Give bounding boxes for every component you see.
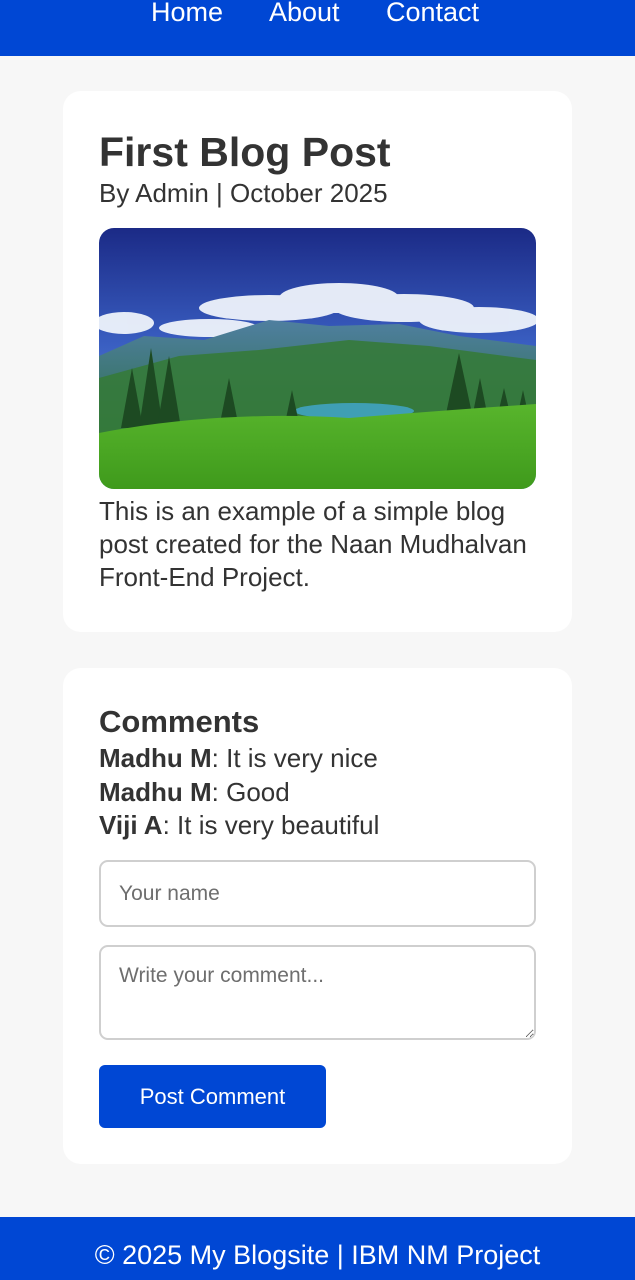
comment-separator: : (211, 743, 219, 773)
comment-list: Madhu M: It is very nice Madhu M: Good V… (99, 742, 379, 843)
comments-section: Comments Madhu M: It is very nice Madhu … (63, 668, 572, 1164)
comment-item: Madhu M: It is very nice (99, 742, 379, 776)
comment-author: Madhu M (99, 743, 212, 773)
post-comment-button[interactable]: Post Comment (99, 1065, 326, 1128)
blog-post-card: First Blog Post By Admin | October 2025 (63, 91, 572, 632)
comment-item: Viji A: It is very beautiful (99, 809, 379, 843)
comment-item: Madhu M: Good (99, 776, 379, 810)
comment-author: Viji A (99, 810, 163, 840)
name-input[interactable] (99, 860, 536, 927)
comment-textarea[interactable] (99, 945, 536, 1040)
top-navigation-bar: Home About Contact (0, 0, 635, 56)
post-meta: By Admin | October 2025 (99, 178, 388, 208)
landscape-image (99, 228, 536, 489)
comment-text: It is very nice (218, 743, 378, 773)
comment-text: It is very beautiful (169, 810, 380, 840)
comment-separator: : (162, 810, 170, 840)
comment-author: Madhu M (99, 776, 212, 807)
footer-text: © 2025 My Blogsite | IBM NM Project (94, 1240, 541, 1270)
nav-link-home[interactable]: Home (151, 0, 223, 30)
post-body: This is an example of a simple blog post… (99, 496, 527, 592)
post-image (99, 228, 536, 489)
nav-link-contact[interactable]: Contact (386, 0, 479, 30)
comment-separator: : (211, 776, 219, 807)
comment-text: Good (218, 776, 290, 807)
nav-link-about[interactable]: About (269, 0, 340, 30)
footer: © 2025 My Blogsite | IBM NM Project (0, 1217, 635, 1280)
post-title: First Blog Post (99, 129, 391, 175)
comments-heading: Comments (99, 704, 260, 739)
